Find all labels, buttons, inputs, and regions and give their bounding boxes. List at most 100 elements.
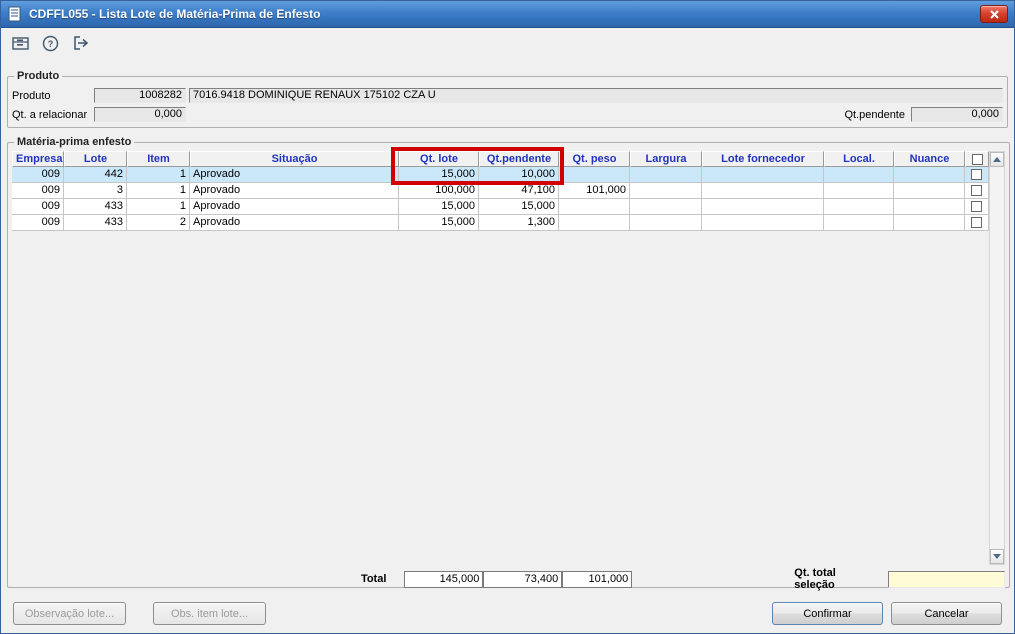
cell-lote[interactable]: 433 (64, 199, 127, 215)
cell-qt-pendente[interactable]: 10,000 (479, 167, 559, 183)
close-button[interactable] (980, 5, 1008, 23)
cell-lote[interactable]: 3 (64, 183, 127, 199)
cell-checkbox (965, 215, 989, 231)
scroll-down-icon[interactable] (990, 549, 1004, 564)
cell-lote-fornecedor[interactable] (702, 199, 824, 215)
header-lote-fornecedor[interactable]: Lote fornecedor (702, 151, 824, 167)
row-checkbox[interactable] (971, 169, 982, 180)
cell-situacao[interactable]: Aprovado (190, 183, 399, 199)
cell-lote-fornecedor[interactable] (702, 215, 824, 231)
cell-qt-lote[interactable]: 15,000 (399, 167, 479, 183)
cell-qt-pendente[interactable]: 1,300 (479, 215, 559, 231)
totals-row: Total 145,000 73,400 101,000 Qt. total s… (12, 567, 1005, 591)
header-largura[interactable]: Largura (630, 151, 702, 167)
table-row[interactable]: 009 3 1 Aprovado 100,000 47,100 101,000 (12, 183, 989, 199)
dialog-body: Produto Produto 1008282 7016.9418 DOMINI… (1, 70, 1014, 625)
cell-qt-peso[interactable]: 101,000 (559, 183, 630, 199)
qt-total-selecao-input[interactable] (888, 570, 1005, 588)
table-row[interactable]: 009 433 1 Aprovado 15,000 15,000 (12, 199, 989, 215)
cell-qt-lote[interactable]: 15,000 (399, 199, 479, 215)
window-title: CDFFL055 - Lista Lote de Matéria-Prima d… (29, 7, 321, 21)
toolbar: ? (1, 28, 1014, 58)
header-empresa[interactable]: Empresa (12, 151, 64, 167)
cell-qt-pendente[interactable]: 47,100 (479, 183, 559, 199)
cell-qt-peso[interactable] (559, 199, 630, 215)
qt-relacionar-field: 0,000 (94, 107, 186, 122)
cell-nuance[interactable] (894, 199, 965, 215)
header-local[interactable]: Local. (824, 151, 894, 167)
help-icon[interactable]: ? (39, 32, 61, 54)
cell-largura[interactable] (630, 199, 702, 215)
cell-local[interactable] (824, 167, 894, 183)
cell-checkbox (965, 199, 989, 215)
cell-qt-lote[interactable]: 100,000 (399, 183, 479, 199)
cell-empresa[interactable]: 009 (12, 167, 64, 183)
titlebar: CDFFL055 - Lista Lote de Matéria-Prima d… (1, 1, 1014, 28)
cell-nuance[interactable] (894, 183, 965, 199)
card-file-icon[interactable] (9, 32, 31, 54)
cell-nuance[interactable] (894, 167, 965, 183)
produto-row: Produto 1008282 7016.9418 DOMINIQUE RENA… (12, 87, 1003, 104)
total-qt-peso-field: 101,000 (562, 570, 633, 588)
dialog-window: CDFFL055 - Lista Lote de Matéria-Prima d… (0, 0, 1015, 634)
obs-item-lote-button[interactable]: Obs. item lote... (153, 602, 266, 625)
header-qt-peso[interactable]: Qt. peso (559, 151, 630, 167)
cell-nuance[interactable] (894, 215, 965, 231)
cell-lote-fornecedor[interactable] (702, 167, 824, 183)
cell-local[interactable] (824, 199, 894, 215)
header-item[interactable]: Item (127, 151, 190, 167)
row-checkbox[interactable] (971, 201, 982, 212)
header-situacao[interactable]: Situação (190, 151, 399, 167)
cell-item[interactable]: 1 (127, 183, 190, 199)
grid-area: Empresa Lote Item Situação Qt. lote Qt.p… (12, 151, 1005, 565)
cell-lote[interactable]: 433 (64, 215, 127, 231)
total-label: Total (360, 573, 387, 585)
header-nuance[interactable]: Nuance (894, 151, 965, 167)
cell-situacao[interactable]: Aprovado (190, 215, 399, 231)
cell-largura[interactable] (630, 167, 702, 183)
cell-lote[interactable]: 442 (64, 167, 127, 183)
cell-lote-fornecedor[interactable] (702, 183, 824, 199)
select-all-checkbox[interactable] (971, 153, 983, 165)
footer: Observação lote... Obs. item lote... Con… (7, 602, 1008, 625)
window-icon (7, 6, 23, 22)
scroll-up-icon[interactable] (990, 152, 1004, 167)
cell-qt-pendente[interactable]: 15,000 (479, 199, 559, 215)
cell-item[interactable]: 1 (127, 199, 190, 215)
qt-relacionar-label: Qt. a relacionar (12, 108, 88, 121)
cell-situacao[interactable]: Aprovado (190, 167, 399, 183)
produto-desc-field: 7016.9418 DOMINIQUE RENAUX 175102 CZA U (189, 88, 1003, 103)
materia-prima-grid: Empresa Lote Item Situação Qt. lote Qt.p… (12, 151, 989, 565)
header-qt-lote[interactable]: Qt. lote (399, 151, 479, 167)
grid-header-row: Empresa Lote Item Situação Qt. lote Qt.p… (12, 151, 989, 167)
qt-pendente-label: Qt.pendente (844, 108, 905, 121)
cell-largura[interactable] (630, 183, 702, 199)
cell-qt-peso[interactable] (559, 215, 630, 231)
materia-prima-group: Matéria-prima enfesto Empresa Lote Item … (7, 136, 1010, 591)
cancelar-button[interactable]: Cancelar (891, 602, 1002, 625)
cell-item[interactable]: 2 (127, 215, 190, 231)
cell-empresa[interactable]: 009 (12, 215, 64, 231)
cell-qt-lote[interactable]: 15,000 (399, 215, 479, 231)
cell-item[interactable]: 1 (127, 167, 190, 183)
cell-situacao[interactable]: Aprovado (190, 199, 399, 215)
cell-empresa[interactable]: 009 (12, 199, 64, 215)
header-lote[interactable]: Lote (64, 151, 127, 167)
header-checkbox-cell (965, 151, 989, 167)
qt-pendente-field: 0,000 (911, 107, 1003, 122)
table-row[interactable]: 009 442 1 Aprovado 15,000 10,000 (12, 167, 989, 183)
cell-empresa[interactable]: 009 (12, 183, 64, 199)
cell-local[interactable] (824, 183, 894, 199)
cell-largura[interactable] (630, 215, 702, 231)
header-qt-pendente[interactable]: Qt.pendente (479, 151, 559, 167)
row-checkbox[interactable] (971, 217, 982, 228)
cell-qt-peso[interactable] (559, 167, 630, 183)
confirmar-button[interactable]: Confirmar (772, 602, 883, 625)
exit-icon[interactable] (69, 32, 91, 54)
vertical-scrollbar[interactable] (989, 151, 1005, 565)
row-checkbox[interactable] (971, 185, 982, 196)
table-row[interactable]: 009 433 2 Aprovado 15,000 1,300 (12, 215, 989, 231)
cell-local[interactable] (824, 215, 894, 231)
produto-group: Produto Produto 1008282 7016.9418 DOMINI… (7, 70, 1008, 128)
observacao-lote-button[interactable]: Observação lote... (13, 602, 126, 625)
